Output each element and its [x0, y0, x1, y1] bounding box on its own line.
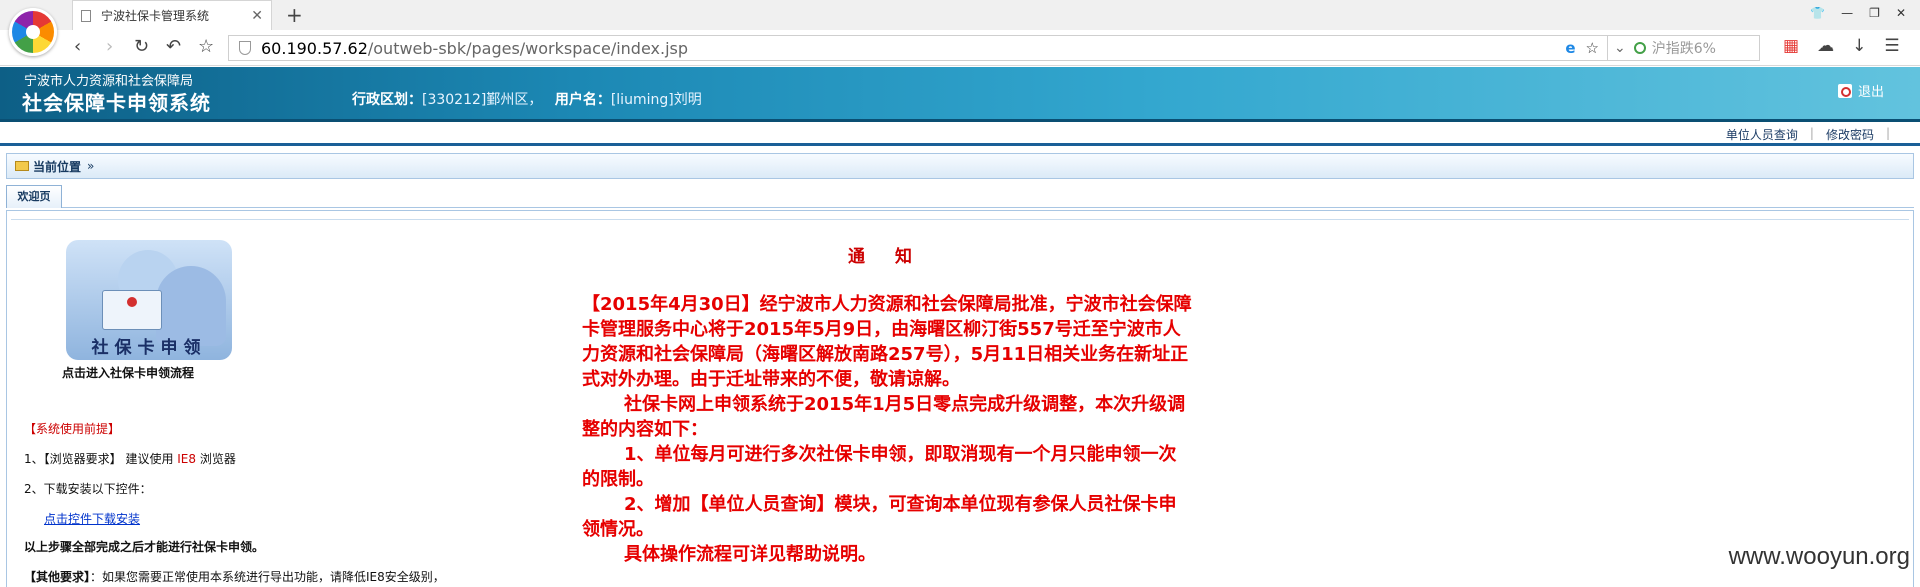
minimize-icon[interactable]: — [1841, 6, 1853, 20]
top-links-bar: 单位人员查询 | 修改密码 | [0, 122, 1920, 146]
close-icon[interactable]: ✕ [251, 8, 263, 24]
notice-paragraph: 2、增加【单位人员查询】模块，可查询本单位现有参保人员社保卡申领情况。 [582, 494, 1177, 540]
breadcrumb-arrows: » [87, 159, 95, 173]
browser-tabbar: 宁波社保卡管理系统 ✕ + 👕 — ❐ ✕ [0, 0, 1920, 30]
staff-query-link[interactable]: 单位人员查询 [1726, 126, 1798, 143]
chevron-down-icon[interactable]: ⌄ [1614, 40, 1626, 56]
url-path: /outweb-sbk/pages/workspace/index.jsp [367, 38, 689, 58]
bookmark-star-icon[interactable]: ☆ [198, 36, 214, 57]
link-separator: | [1885, 126, 1890, 140]
browser-req-prefix: 1、【浏览器要求】 建议使用 [24, 452, 178, 466]
new-tab-icon[interactable]: + [286, 3, 303, 27]
window-close-icon[interactable]: ✕ [1896, 6, 1906, 20]
browser-tab[interactable]: 宁波社保卡管理系统 ✕ [72, 0, 272, 30]
power-icon [1837, 83, 1852, 98]
search-engine-icon [1633, 42, 1646, 54]
user-label: 用户名： [554, 92, 611, 108]
user-info: 行政区划：[330212]鄞州区， 用户名：[liuming]刘明 [352, 89, 710, 109]
window-controls: 👕 — ❐ ✕ [1810, 6, 1906, 20]
notice-body: 【2015年4月30日】经宁波市人力资源和社会保障局批准，宁波市社会保障卡管理服… [582, 292, 1194, 567]
back-icon[interactable]: ‹ [74, 36, 81, 57]
address-bar[interactable]: 60.190.57.62/outweb-sbk/pages/workspace/… [228, 35, 1608, 61]
user-value: [liuming]刘明 [610, 92, 702, 108]
url-host: 60.190.57.62 [261, 38, 368, 58]
search-box[interactable]: ⌄ 沪指跌6% [1608, 35, 1760, 61]
other-requirement: 【其他要求】：如果您需要正常使用本系统进行导出功能，请降低IE8安全级别， [24, 568, 445, 585]
tab-title: 宁波社保卡管理系统 [101, 9, 210, 23]
prereq-title: 【系统使用前提】 [24, 422, 121, 436]
download-requirement: 2、下载安装以下控件： [24, 482, 152, 496]
cloud-icon[interactable]: ☁ [1817, 36, 1834, 56]
notice-paragraph: 【2015年4月30日】经宁波市人力资源和社会保障局批准，宁波市社会保障卡管理服… [582, 294, 1192, 390]
link-separator: | [1809, 126, 1814, 140]
ie-mode-icon[interactable]: e [1565, 39, 1575, 57]
system-name: 社会保障卡申领系统 [22, 91, 211, 115]
undo-icon[interactable]: ↶ [166, 36, 181, 57]
page-icon [81, 9, 91, 22]
logout-button[interactable]: 退出 [1837, 81, 1884, 100]
restore-icon[interactable]: ❐ [1869, 6, 1880, 20]
browser-navbar: ‹ › ↻ ↶ ☆ 60.190.57.62/outweb-sbk/pages/… [0, 30, 1920, 66]
browser-tools: ▦ ☁ ↓ ☰ [1783, 36, 1900, 56]
apply-flow-image[interactable]: 社保卡申领 [66, 240, 232, 360]
forward-icon[interactable]: › [106, 36, 113, 57]
notice-paragraph: 社保卡网上申领系统于2015年1月5日零点完成升级调整，本次升级调整的内容如下： [582, 394, 1186, 440]
other-req-label: 【其他要求】 [24, 570, 91, 584]
content-tabstrip: 欢迎页 [6, 184, 1914, 208]
shirt-icon[interactable]: 👕 [1810, 6, 1825, 20]
flow-image-text: 社保卡申领 [91, 338, 207, 358]
reload-icon[interactable]: ↻ [134, 36, 149, 57]
complete-note: 以上步骤全部完成之后才能进行社保卡申领。 [24, 540, 265, 554]
browser-requirement: 1、【浏览器要求】 建议使用 IE8 浏览器 [24, 450, 236, 467]
change-password-link[interactable]: 修改密码 [1826, 126, 1874, 143]
browser-req-suffix: 浏览器 [196, 452, 236, 466]
browser-logo-icon[interactable] [9, 8, 57, 56]
menu-icon[interactable]: ☰ [1884, 36, 1899, 56]
apps-grid-icon[interactable]: ▦ [1783, 36, 1799, 56]
shield-icon [239, 41, 251, 55]
notice-title: 通知 [848, 247, 942, 267]
breadcrumb: 当前位置 » [6, 153, 1914, 179]
search-input[interactable]: 沪指跌6% [1652, 38, 1716, 58]
district-value: [330212]鄞州区， [422, 92, 543, 108]
district-label: 行政区划： [352, 92, 422, 108]
download-icon[interactable]: ↓ [1852, 36, 1866, 56]
watermark: www.wooyun.org [1728, 543, 1910, 570]
other-req-text: ：如果您需要正常使用本系统进行导出功能，请降低IE8安全级别， [90, 570, 445, 584]
favorite-star-icon[interactable]: ☆ [1586, 39, 1599, 57]
notice-paragraph: 1、单位每月可进行多次社保卡申领，即取消现有一个月只能申领一次的限制。 [582, 444, 1177, 490]
breadcrumb-label: 当前位置 [33, 159, 82, 174]
download-control-link[interactable]: 点击控件下载安装 [44, 510, 140, 527]
folder-icon [15, 161, 29, 171]
apply-flow-link[interactable]: 点击进入社保卡申领流程 [62, 364, 194, 381]
tab-welcome[interactable]: 欢迎页 [6, 185, 62, 208]
social-card-graphic [102, 290, 162, 330]
app-header: 宁波市人力资源和社会保障局 社会保障卡申领系统 行政区划：[330212]鄞州区… [0, 67, 1920, 122]
notice-paragraph: 具体操作流程可详见帮助说明。 [624, 544, 876, 565]
logout-label: 退出 [1857, 85, 1884, 100]
browser-req-ie: IE8 [177, 452, 197, 466]
